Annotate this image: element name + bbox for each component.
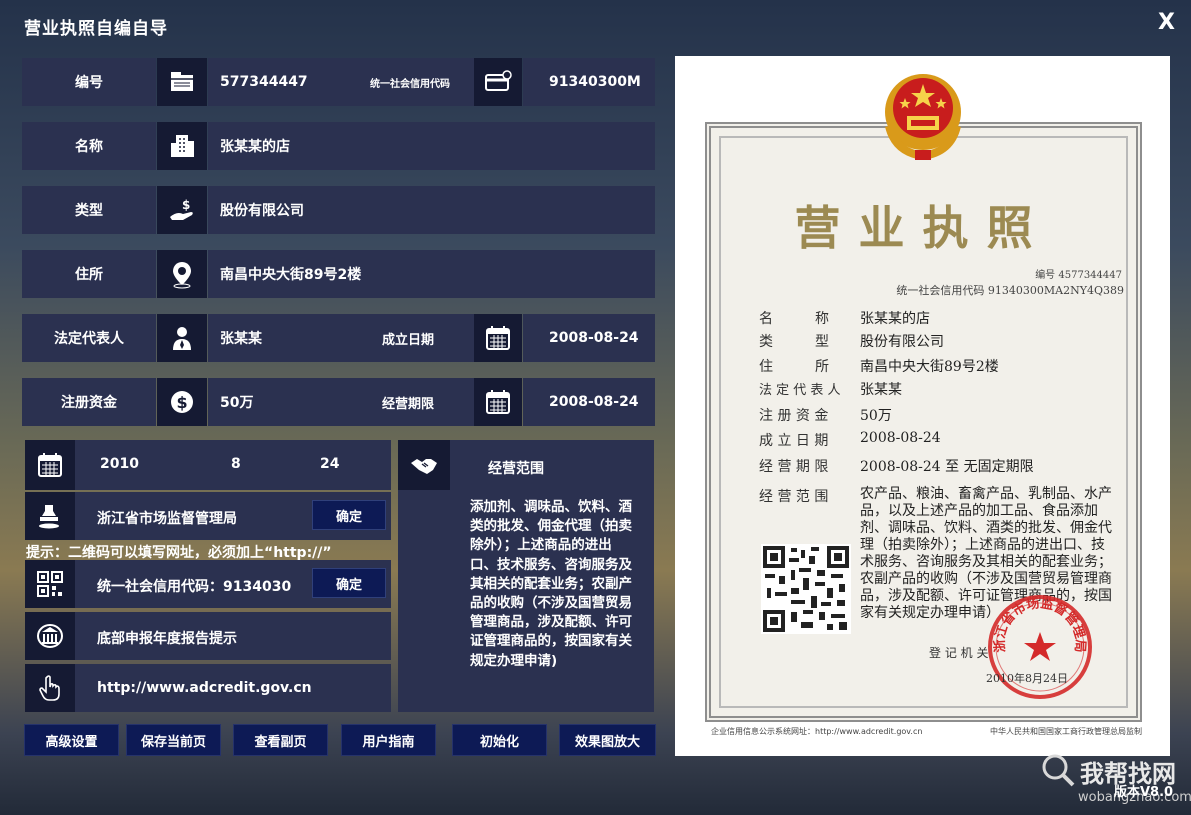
certificate-preview: 营业执照 编号 4577344447 统一社会信用代码 91340300MA2N… xyxy=(675,56,1170,756)
issue-month[interactable]: 8 xyxy=(231,456,241,472)
qr-code-icon xyxy=(25,560,75,608)
certificate-title: 营业执照 xyxy=(794,201,1051,255)
zoom-preview-button[interactable]: 效果图放大 xyxy=(559,724,656,756)
term-value[interactable]: 2008-08-24 xyxy=(523,378,655,426)
cert-value-legal-rep: 张某某 xyxy=(860,382,902,398)
cert-value-name: 张某某的店 xyxy=(860,311,930,327)
person-icon xyxy=(157,314,207,362)
bank-icon xyxy=(25,612,75,660)
type-label: 类型 xyxy=(22,186,156,234)
capital-label: 注册资金 xyxy=(22,378,156,426)
cert-value-address: 南昌中央大街89号2楼 xyxy=(860,359,999,375)
card-icon xyxy=(474,58,522,106)
cert-label-scope: 经 营 范 围 xyxy=(759,489,829,505)
hand-pointer-icon xyxy=(25,664,75,712)
authority-confirm-button[interactable]: 确定 xyxy=(312,500,386,530)
qr-hint: 提示：二维码可以填写网址，必须加上“http://” xyxy=(26,545,332,561)
handshake-icon xyxy=(398,440,450,490)
number-label: 编号 xyxy=(22,58,156,106)
scope-value[interactable]: 添加剂、调味品、饮料、酒类的批发、佣金代理（拍卖除外）；上述商品的进出口、技术服… xyxy=(470,498,638,671)
save-page-button[interactable]: 保存当前页 xyxy=(126,724,221,756)
cert-value-type: 股份有限公司 xyxy=(860,334,944,350)
certificate-number: 编号 4577344447 xyxy=(1035,270,1122,281)
cert-value-capital: 50万 xyxy=(860,408,892,424)
close-button[interactable]: X xyxy=(1158,10,1175,35)
legal-rep-label: 法定代表人 xyxy=(22,314,156,362)
name-label: 名称 xyxy=(22,122,156,170)
established-label: 成立日期 xyxy=(382,332,435,348)
url-value[interactable]: http://www.adcredit.gov.cn xyxy=(97,680,312,696)
cert-value-term: 2008-08-24 至 无固定期限 xyxy=(860,459,1034,475)
cert-value-established: 2008-08-24 xyxy=(860,430,941,446)
issue-day[interactable]: 24 xyxy=(320,456,339,472)
user-guide-button[interactable]: 用户指南 xyxy=(341,724,436,756)
folder-icon xyxy=(157,58,207,106)
issue-year[interactable]: 2010 xyxy=(100,456,139,472)
address-label: 住所 xyxy=(22,250,156,298)
type-value[interactable]: 股份有限公司 xyxy=(208,186,655,234)
address-value[interactable]: 南昌中央大街89号2楼 xyxy=(208,250,655,298)
cert-footer-right: 中华人民共和国国家工商行政管理总局监制 xyxy=(990,727,1142,736)
title-bar: 营业执照自编自导 X xyxy=(0,0,1191,52)
capital-value[interactable]: 50万 xyxy=(220,392,253,412)
certificate-qr-code xyxy=(761,544,851,634)
cert-label-established: 成 立 日 期 xyxy=(759,433,829,449)
legal-rep-value[interactable]: 张某某 xyxy=(220,328,262,348)
credit-label: 统一社会信用代码 xyxy=(370,78,450,90)
term-label: 经营期限 xyxy=(382,396,435,412)
reset-button[interactable]: 初始化 xyxy=(452,724,547,756)
calendar-icon xyxy=(474,378,522,426)
authority-value[interactable]: 浙江省市场监督管理局 xyxy=(97,508,237,528)
cert-registration-label: 登 记 机 关 xyxy=(929,646,989,660)
cert-label-legal-rep: 法 定 代 表 人 xyxy=(759,383,841,398)
number-value[interactable]: 577344447 xyxy=(220,74,308,90)
established-value[interactable]: 2008-08-24 xyxy=(523,314,655,362)
qr-content-value[interactable]: 统一社会信用代码：9134030 xyxy=(97,576,291,596)
window-title: 营业执照自编自导 xyxy=(24,19,168,39)
cert-label-type: 类 型 xyxy=(759,334,829,350)
name-value[interactable]: 张某某的店 xyxy=(208,122,655,170)
calendar-icon xyxy=(25,440,75,490)
stamp-icon xyxy=(25,492,75,540)
view-copy-button[interactable]: 查看副页 xyxy=(233,724,328,756)
watermark-search-icon xyxy=(1042,754,1075,787)
cert-registration-date: 2010年8月24日 xyxy=(986,672,1068,685)
advanced-settings-button[interactable]: 高级设置 xyxy=(24,724,119,756)
dollar-coin-icon: $ xyxy=(157,378,207,426)
credit-value[interactable]: 91340300M xyxy=(523,58,655,106)
cert-label-capital: 注 册 资 金 xyxy=(759,408,829,424)
scope-label: 经营范围 xyxy=(488,461,544,477)
version-label: 版本V8.0 xyxy=(1114,785,1174,800)
cert-label-term: 经 营 期 限 xyxy=(759,459,829,475)
svg-text:$: $ xyxy=(177,393,188,412)
cert-footer-left: 企业信用信息公示系统网址：http://www.adcredit.gov.cn xyxy=(711,727,923,736)
location-pin-icon xyxy=(157,250,207,298)
cert-label-name: 名 称 xyxy=(759,311,829,327)
calendar-icon xyxy=(474,314,522,362)
national-emblem-icon xyxy=(885,74,961,161)
money-hand-icon: $ xyxy=(157,186,207,234)
cert-label-address: 住 所 xyxy=(759,359,829,375)
certificate-credit-code: 统一社会信用代码 91340300MA2NY4Q389 xyxy=(896,284,1124,297)
svg-text:$: $ xyxy=(182,198,190,212)
qr-confirm-button[interactable]: 确定 xyxy=(312,568,386,598)
building-icon xyxy=(157,122,207,170)
bottom-notice-value[interactable]: 底部申报年度报告提示 xyxy=(97,628,237,648)
